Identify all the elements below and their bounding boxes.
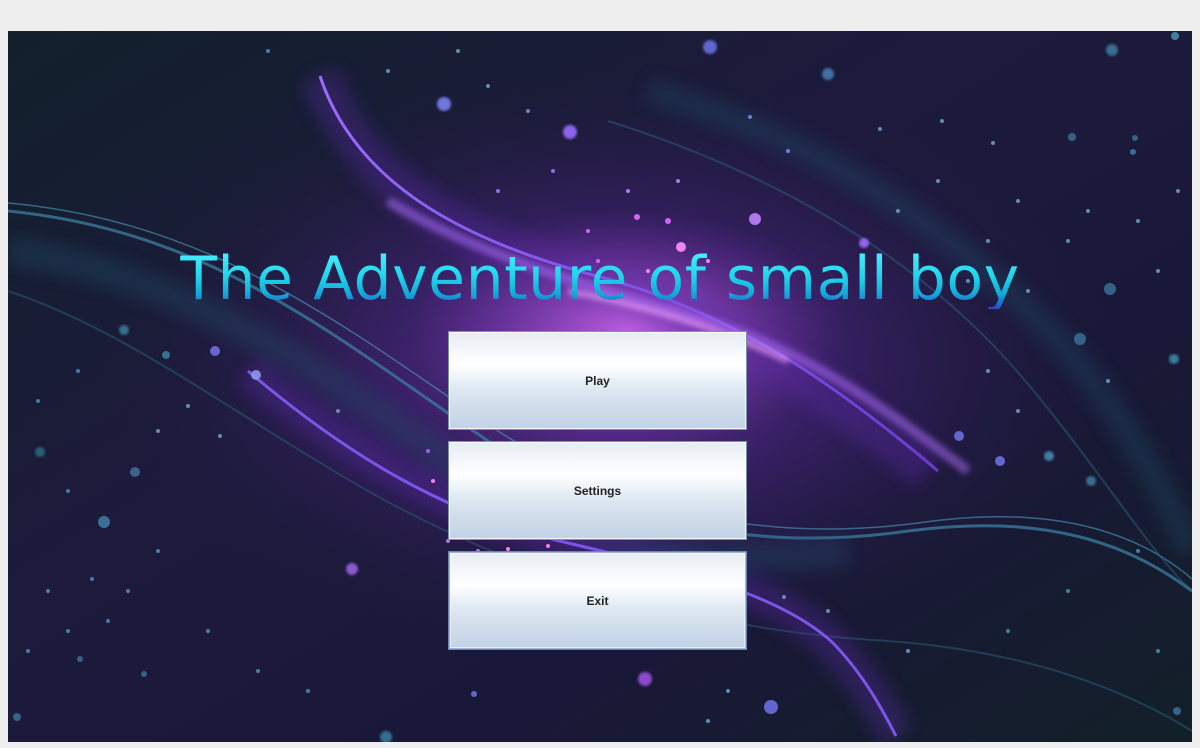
play-button[interactable]: Play [448,331,747,430]
game-title: The Adventure of small boy [8,249,1192,309]
game-window: The Adventure of small boy Play Settings… [8,31,1192,742]
exit-button[interactable]: Exit [448,551,747,650]
settings-button[interactable]: Settings [448,441,747,540]
